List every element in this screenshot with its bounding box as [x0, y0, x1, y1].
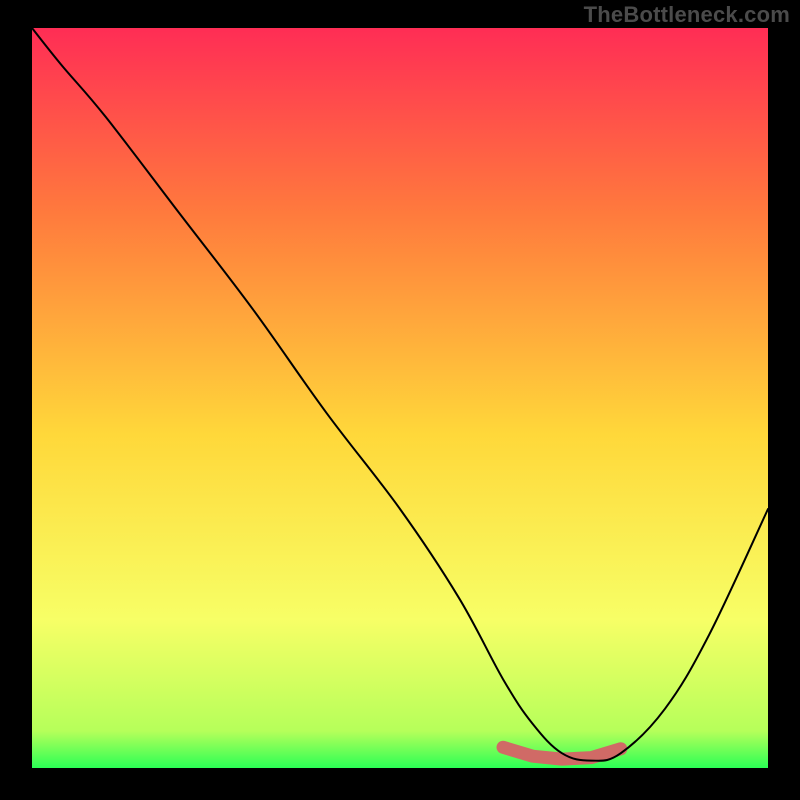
gradient-rect: [32, 28, 768, 768]
watermark-text: TheBottleneck.com: [584, 2, 790, 28]
chart-frame: TheBottleneck.com: [0, 0, 800, 800]
plot-area: [32, 28, 768, 768]
plot-svg: [32, 28, 768, 768]
